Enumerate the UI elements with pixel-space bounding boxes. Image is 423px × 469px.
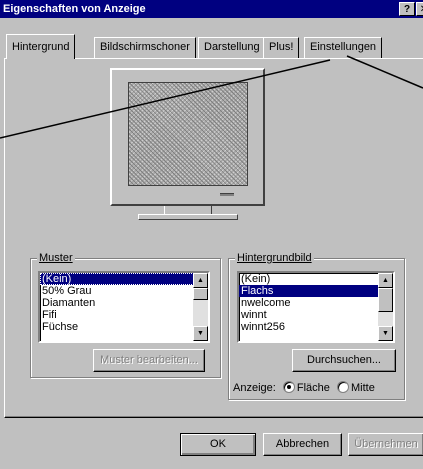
callout-line-left (0, 59, 331, 139)
tab-hintergrund[interactable]: Hintergrund (6, 34, 76, 59)
callout-lines (0, 55, 423, 139)
display-properties-window: Eigenschaften von Anzeige ? ✕ Hintergrun… (0, 0, 423, 469)
callout-line-right (346, 55, 423, 89)
